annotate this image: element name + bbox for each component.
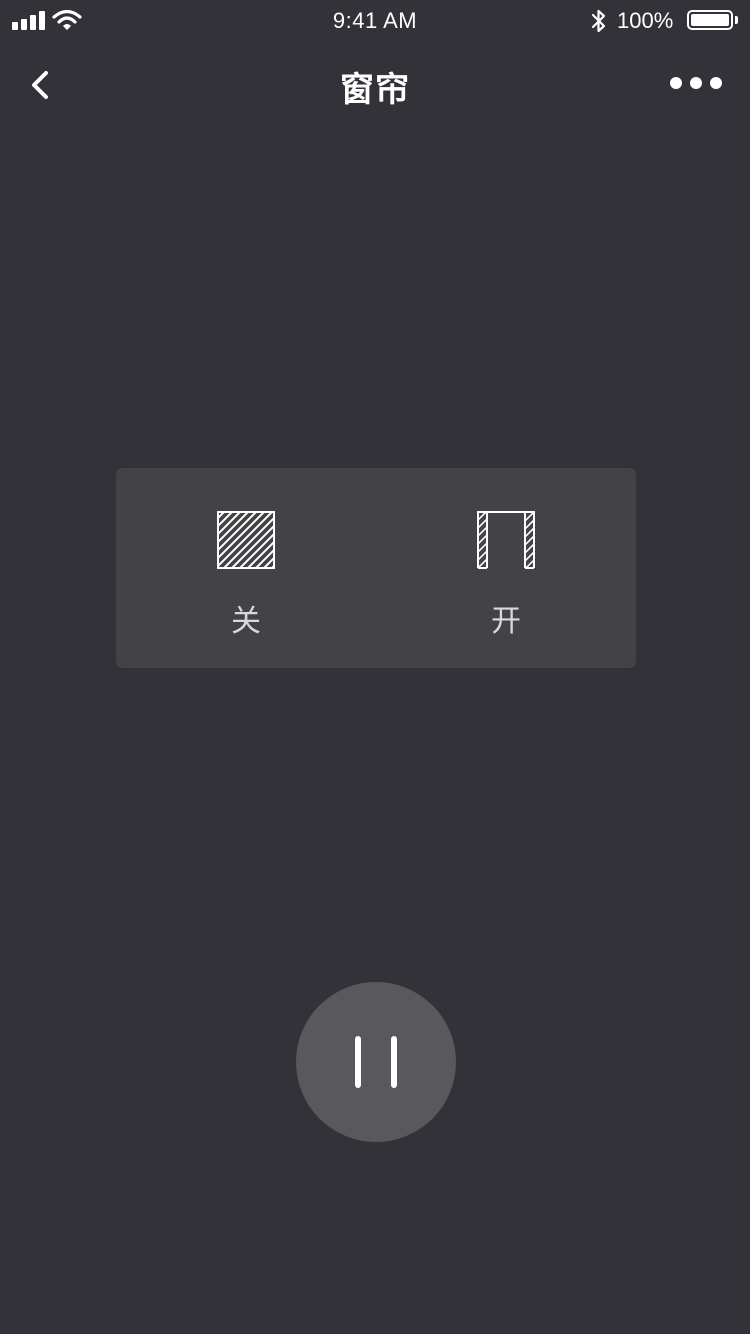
curtain-closed-icon xyxy=(217,511,275,569)
pause-icon xyxy=(355,1036,361,1088)
curtain-control-panel: 关 开 xyxy=(116,468,636,668)
curtain-open-icon xyxy=(477,511,535,569)
battery-tip xyxy=(735,16,738,24)
bluetooth-icon xyxy=(591,9,606,33)
status-bar: 9:41 AM 100% xyxy=(0,0,750,44)
open-curtain-button[interactable]: 开 xyxy=(376,468,636,668)
open-label: 开 xyxy=(491,604,521,639)
page-title: 窗帘 xyxy=(340,70,410,110)
more-button[interactable] xyxy=(662,72,728,96)
battery-percent: 100% xyxy=(617,8,674,33)
more-dots-icon xyxy=(670,77,682,89)
close-label: 关 xyxy=(231,604,261,639)
battery-icon xyxy=(687,10,733,30)
pause-button[interactable] xyxy=(296,982,456,1142)
close-curtain-button[interactable]: 关 xyxy=(116,468,376,668)
nav-bar: 窗帘 xyxy=(0,44,750,124)
